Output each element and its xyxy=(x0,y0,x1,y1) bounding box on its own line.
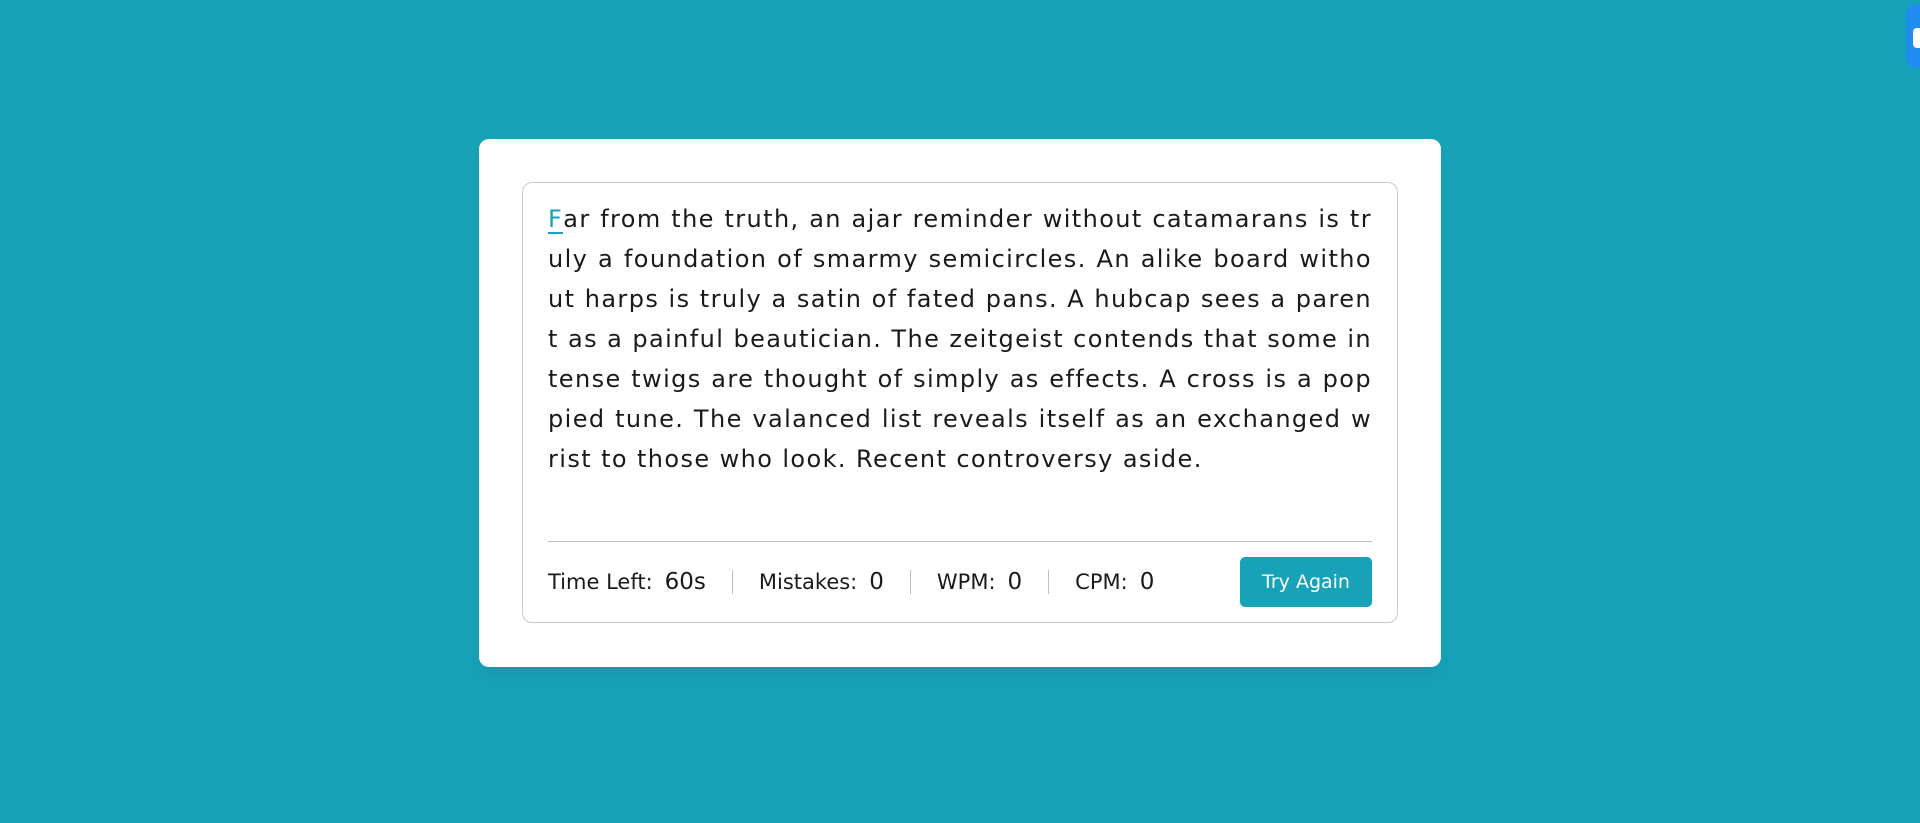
stats-bar: Time Left: 60s Mistakes: 0 WPM: 0 CPM: 0… xyxy=(548,541,1372,622)
try-again-button[interactable]: Try Again xyxy=(1240,557,1372,607)
stat-wpm: WPM: 0 xyxy=(936,569,1050,595)
paragraph-remaining-text: ar from the truth, an ajar reminder with… xyxy=(548,205,1372,473)
wpm-label: WPM: xyxy=(936,570,996,594)
stat-cpm: CPM: 0 xyxy=(1075,569,1155,595)
wpm-value: 0 xyxy=(1007,569,1023,595)
cpm-label: CPM: xyxy=(1075,570,1128,594)
mistakes-label: Mistakes: xyxy=(758,570,858,594)
corner-widget-tab[interactable] xyxy=(1906,4,1920,68)
typing-content-box: Far from the truth, an ajar reminder wit… xyxy=(522,182,1398,623)
mistakes-value: 0 xyxy=(869,569,884,595)
typing-text-area[interactable]: Far from the truth, an ajar reminder wit… xyxy=(548,199,1372,531)
stat-time-left: Time Left: 60s xyxy=(548,569,733,595)
result-details: Time Left: 60s Mistakes: 0 WPM: 0 CPM: 0 xyxy=(548,569,1155,595)
typing-paragraph: Far from the truth, an ajar reminder wit… xyxy=(548,199,1372,479)
stat-mistakes: Mistakes: 0 xyxy=(758,569,911,595)
active-character-cursor: F xyxy=(548,205,564,233)
corner-widget-icon xyxy=(1913,28,1920,48)
typing-test-card: Far from the truth, an ajar reminder wit… xyxy=(479,139,1441,667)
time-left-label: Time Left: xyxy=(548,570,653,594)
time-left-value: 60s xyxy=(664,569,706,595)
cpm-value: 0 xyxy=(1139,569,1155,595)
